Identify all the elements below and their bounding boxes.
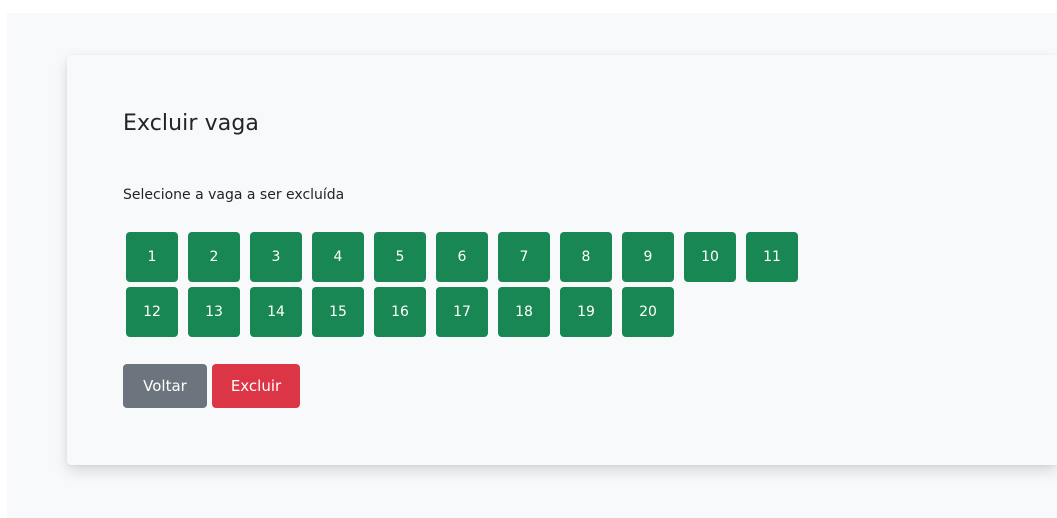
slot-button-17[interactable]: 17 bbox=[436, 287, 488, 337]
slot-button-8[interactable]: 8 bbox=[560, 232, 612, 282]
slot-button-13[interactable]: 13 bbox=[188, 287, 240, 337]
slot-button-20[interactable]: 20 bbox=[622, 287, 674, 337]
slot-button-1[interactable]: 1 bbox=[126, 232, 178, 282]
slot-button-4[interactable]: 4 bbox=[312, 232, 364, 282]
slot-button-2[interactable]: 2 bbox=[188, 232, 240, 282]
page-title: Excluir vaga bbox=[123, 111, 259, 136]
slot-button-9[interactable]: 9 bbox=[622, 232, 674, 282]
delete-button[interactable]: Excluir bbox=[212, 364, 300, 408]
slot-button-12[interactable]: 12 bbox=[126, 287, 178, 337]
slot-button-19[interactable]: 19 bbox=[560, 287, 612, 337]
slot-button-16[interactable]: 16 bbox=[374, 287, 426, 337]
back-button[interactable]: Voltar bbox=[123, 364, 207, 408]
slot-button-15[interactable]: 15 bbox=[312, 287, 364, 337]
slot-button-3[interactable]: 3 bbox=[250, 232, 302, 282]
slot-button-7[interactable]: 7 bbox=[498, 232, 550, 282]
slot-button-5[interactable]: 5 bbox=[374, 232, 426, 282]
slot-button-10[interactable]: 10 bbox=[684, 232, 736, 282]
delete-slot-card: Excluir vaga Selecione a vaga a ser excl… bbox=[67, 55, 1057, 465]
slot-button-18[interactable]: 18 bbox=[498, 287, 550, 337]
slot-button-6[interactable]: 6 bbox=[436, 232, 488, 282]
page-background: Excluir vaga Selecione a vaga a ser excl… bbox=[7, 13, 1057, 518]
slot-button-11[interactable]: 11 bbox=[746, 232, 798, 282]
slot-button-14[interactable]: 14 bbox=[250, 287, 302, 337]
instruction-text: Selecione a vaga a ser excluída bbox=[123, 187, 345, 203]
